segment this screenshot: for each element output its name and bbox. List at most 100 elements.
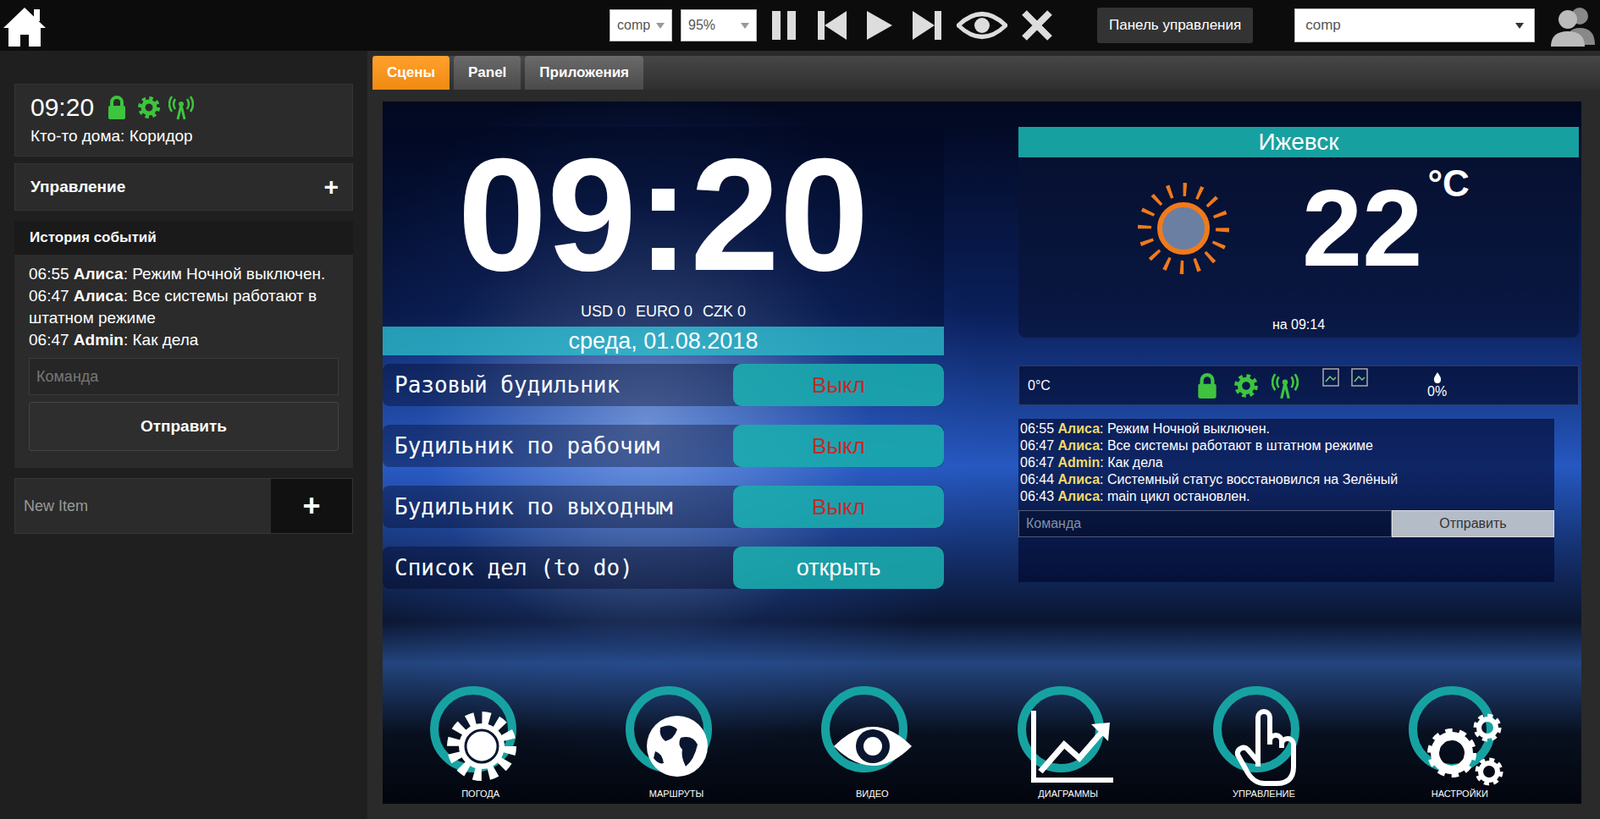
status-card: 09:20 Кто-то дома: Коридор: [14, 83, 354, 157]
signal-icon: [168, 94, 194, 121]
weather-updated: на 09:14: [1018, 317, 1579, 333]
scene-frame: 09:20USD 0EURO 0CZK 0среда, 01.08.2018Ра…: [382, 101, 1582, 805]
event-item: 06:55 Алиса: Режим Ночной выключен.: [28, 263, 339, 286]
nav-label: ПОГОДА: [461, 788, 500, 800]
temperature: 22: [1302, 174, 1423, 283]
command-input[interactable]: [1018, 510, 1392, 538]
terminal-select[interactable]: comp: [609, 9, 673, 42]
chat-message: 06:44 Алиса: Системный статус восстанови…: [1020, 471, 1553, 489]
tab-bar: СценыPanelПриложения: [372, 55, 1600, 90]
nav-label: ДИАГРАММЫ: [1037, 788, 1098, 800]
row-button[interactable]: Выкл: [733, 485, 944, 529]
nav-button[interactable]: ДИАГРАММЫ: [970, 685, 1166, 800]
row-button[interactable]: Выкл: [733, 424, 944, 468]
new-item-row: +: [14, 478, 354, 535]
dropdown-arrow-icon: [1515, 22, 1524, 29]
top-bar: comp95%Панель управленияcomp: [0, 0, 1600, 51]
player-controls: comp95%Панель управленияcomp: [609, 7, 1535, 44]
scene-row: Список дел (to do)открыть: [382, 546, 944, 590]
previous-icon[interactable]: [814, 7, 850, 44]
humidity: 0%: [1427, 372, 1447, 400]
weather-city: Ижевск: [1018, 126, 1579, 158]
tab[interactable]: Приложения: [524, 55, 644, 90]
nav-label: ВИДЕО: [855, 788, 889, 800]
scene-nav: ПОГОДА МАРШРУТЫ ВИДЕО ДИАГРАММЫ УПРАВЛЕНИЕ НА…: [382, 685, 1582, 805]
nav-label: МАРШРУТЫ: [649, 788, 704, 800]
video-icon: [816, 685, 927, 788]
event-history: История событий 06:55 Алиса: Режим Ночной…: [14, 220, 354, 469]
pause-icon[interactable]: [766, 7, 803, 44]
play-icon[interactable]: [861, 7, 898, 44]
droplet-icon: [1432, 372, 1443, 385]
command-input[interactable]: [28, 358, 339, 396]
settings-icon: [1404, 685, 1515, 788]
nav-button[interactable]: МАРШРУТЫ: [578, 685, 774, 800]
outdoor-temperature: 0°C: [1019, 378, 1194, 394]
gear-icon: [1232, 372, 1260, 400]
dropdown-arrow-icon: [740, 22, 750, 29]
charts-icon: [1013, 685, 1124, 788]
clock-panel: 09:20USD 0EURO 0CZK 0: [382, 126, 944, 327]
temperature-unit: °C: [1427, 162, 1469, 205]
home-icon[interactable]: [1, 2, 48, 49]
currency-rates: USD 0EURO 0CZK 0: [580, 303, 746, 321]
row-label: Список дел (to do): [382, 546, 734, 590]
eye-icon[interactable]: [956, 7, 1008, 44]
signal-icon: [1271, 372, 1299, 400]
chat-message: 06:47 Алиса: Все системы работают в штат…: [1020, 437, 1553, 455]
close-icon[interactable]: [1019, 7, 1055, 44]
control-section[interactable]: Управление+: [14, 163, 354, 211]
event-item: 06:47 Admin: Как дела: [28, 329, 339, 352]
send-button[interactable]: Отправить: [1391, 510, 1555, 538]
dropdown-arrow-icon: [656, 22, 665, 29]
tab[interactable]: Сцены: [372, 55, 450, 90]
user-select[interactable]: comp: [1294, 8, 1535, 43]
sun-icon: [1132, 177, 1235, 280]
nav-button[interactable]: УПРАВЛЕНИЕ: [1165, 685, 1362, 800]
currency-item: EURO 0: [635, 303, 693, 321]
main-area: СценыPanelПриложения09:20USD 0EURO 0CZK …: [367, 50, 1600, 819]
next-icon[interactable]: [909, 7, 945, 44]
new-item-input[interactable]: [15, 479, 271, 534]
nav-button[interactable]: ПОГОДА: [382, 685, 579, 800]
add-button[interactable]: +: [270, 479, 353, 534]
chat-panel: 06:55 Алиса: Режим Ночной выключен.06:47…: [1018, 419, 1555, 583]
send-button[interactable]: Отправить: [28, 402, 339, 452]
weather-icon: [425, 685, 536, 788]
nav-label: НАСТРОЙКИ: [1431, 788, 1489, 800]
users-icon[interactable]: [1549, 4, 1597, 47]
scene-row: Будильник по выходнымВыкл: [382, 485, 944, 529]
scene-row: Будильник по рабочимВыкл: [382, 424, 944, 468]
nav-label: УПРАВЛЕНИЕ: [1232, 788, 1296, 800]
chat-message: 06:47 Admin: Как дела: [1020, 454, 1553, 472]
row-label: Разовый будильник: [382, 364, 734, 407]
date-bar: среда, 01.08.2018: [382, 326, 944, 356]
chat-message: 06:55 Алиса: Режим Ночной выключен.: [1020, 420, 1553, 438]
nav-button[interactable]: ВИДЕО: [774, 685, 971, 800]
event-item: 06:47 Алиса: Все системы работают в штат…: [28, 285, 339, 330]
tab[interactable]: Panel: [453, 55, 521, 90]
nav-button[interactable]: НАСТРОЙКИ: [1362, 685, 1558, 800]
terminal-select[interactable]: 95%: [680, 9, 757, 42]
chat-message: 06:43 Алиса: main цикл остановлен.: [1020, 488, 1553, 506]
control-icon: [1208, 685, 1319, 788]
status-bar: 0°C 0%: [1018, 365, 1579, 406]
control-panel-button[interactable]: Панель управления: [1097, 7, 1253, 44]
lock-icon: [104, 94, 130, 121]
routes-icon: [621, 685, 732, 788]
history-title: История событий: [14, 220, 354, 255]
row-button[interactable]: Выкл: [733, 364, 944, 407]
row-label: Будильник по рабочим: [382, 424, 734, 468]
clock: 09:20: [30, 93, 94, 122]
row-button[interactable]: открыть: [733, 546, 944, 590]
sidebar: 09:20 Кто-то дома: Коридор Управление+ Исто…: [0, 50, 368, 819]
scene-row: Разовый будильникВыкл: [382, 364, 944, 407]
row-label: Будильник по выходным: [382, 485, 734, 529]
weather-panel: 22°C на 09:14: [1018, 157, 1579, 338]
lock-icon: [1193, 372, 1221, 400]
big-clock: 09:20: [457, 133, 870, 295]
expand-button[interactable]: +: [323, 172, 339, 202]
presence-status: Кто-то дома: Коридор: [30, 126, 337, 146]
body: 09:20 Кто-то дома: Коридор Управление+ Исто…: [0, 50, 1600, 819]
currency-item: CZK 0: [702, 303, 746, 321]
